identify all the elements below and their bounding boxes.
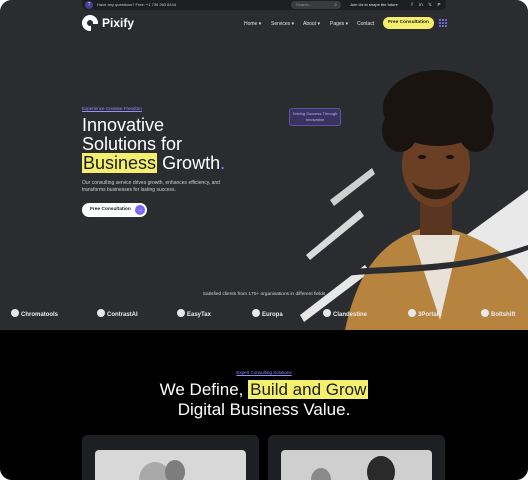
headline-line-2: Solutions for xyxy=(82,134,183,154)
client-logo-3portals: 3Portals xyxy=(408,309,442,318)
services-section: Expert Consulting Solutions We Define, B… xyxy=(0,330,528,480)
card-image xyxy=(95,450,246,480)
menu-grid-icon[interactable] xyxy=(439,19,447,27)
innovation-badge: Driving Success Through Innovation xyxy=(289,108,341,126)
title-line-2: Digital Business Value. xyxy=(177,400,351,419)
nav-item-pages[interactable]: Pages ▾ xyxy=(330,21,348,27)
client-logo-chromatools: Chromatools xyxy=(11,309,58,318)
nav-item-home[interactable]: Home ▾ xyxy=(244,21,261,27)
arrow-right-icon: → xyxy=(135,205,145,215)
hero-section: ? Have any questions? Free: +1 730 263 8… xyxy=(0,0,528,330)
hero-eyebrow[interactable]: Experience Creative Freedom xyxy=(82,106,142,111)
page: ? Have any questions? Free: +1 730 263 8… xyxy=(0,0,528,480)
hero-consultation-button[interactable]: Free Consultation → xyxy=(82,203,147,217)
nav-consultation-button[interactable]: Free Consultation xyxy=(383,17,434,29)
logo-icon[interactable] xyxy=(82,15,98,31)
section-title: We Define, Build and Grow Digital Busine… xyxy=(0,380,528,420)
client-logo-boltshift: Boltshift xyxy=(481,309,515,318)
client-logo-contrastai: ContrastAI xyxy=(97,309,138,318)
top-bar: ? Have any questions? Free: +1 730 263 8… xyxy=(82,0,446,10)
headline-line-3: Business Growth. xyxy=(82,153,226,173)
title-highlight: Build and Grow xyxy=(248,380,369,399)
pinterest-icon[interactable]: P xyxy=(435,1,443,9)
clients-label: Satisfied clients from 170+ organisation… xyxy=(202,292,326,297)
nav-item-about[interactable]: About ▾ xyxy=(303,21,320,27)
linkedin-icon[interactable]: in xyxy=(417,1,425,9)
top-bar-contact: Have any questions? Free: +1 730 263 844… xyxy=(97,2,177,7)
client-logo-europa: Europa xyxy=(252,309,283,318)
section-eyebrow[interactable]: Expert Consulting Solutions xyxy=(0,370,528,375)
x-icon[interactable]: 𝕏 xyxy=(426,1,434,9)
client-logo-clandestine: Clandestine xyxy=(323,309,367,318)
title-pre: We Define, xyxy=(159,380,244,399)
brand-name[interactable]: Pixify xyxy=(102,16,134,30)
nav-item-contact[interactable]: Contact xyxy=(357,21,374,27)
hero-portrait xyxy=(300,70,528,330)
card-image xyxy=(281,450,432,480)
social-label: Join Us to shape the future xyxy=(350,2,398,7)
search-icon: ⌕ xyxy=(334,2,337,8)
hero-description: Our consulting service drives growth, en… xyxy=(82,180,220,193)
hero-cta-label: Free Consultation xyxy=(90,207,131,212)
search-input[interactable]: Search... ⌕ xyxy=(291,1,341,9)
question-icon: ? xyxy=(85,1,93,9)
facebook-icon[interactable]: f xyxy=(408,1,416,9)
headline-highlight: Business xyxy=(82,153,158,173)
search-placeholder: Search... xyxy=(296,2,313,7)
hero-headline: Innovative Solutions for Business Growth… xyxy=(82,116,282,173)
headline-rest: Growth xyxy=(162,153,221,173)
client-logo-easytax: EasyTax xyxy=(177,309,211,318)
nav-item-services[interactable]: Services ▾ xyxy=(271,21,294,27)
headline-line-1: Innovative xyxy=(82,115,165,135)
